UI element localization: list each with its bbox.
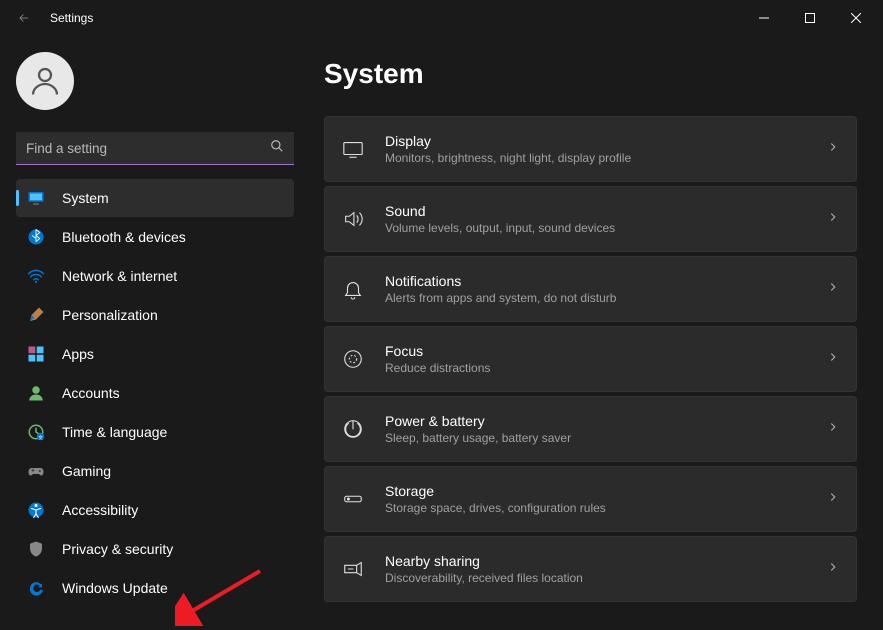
card-sound[interactable]: Sound Volume levels, output, input, soun… xyxy=(324,186,857,252)
card-notifications[interactable]: Notifications Alerts from apps and syste… xyxy=(324,256,857,322)
sound-icon xyxy=(341,207,365,231)
sidebar: System Bluetooth & devices Network & int… xyxy=(0,36,310,630)
sidebar-item-time[interactable]: 文 Time & language xyxy=(16,413,294,451)
nav-list: System Bluetooth & devices Network & int… xyxy=(16,179,294,607)
card-display[interactable]: Display Monitors, brightness, night ligh… xyxy=(324,116,857,182)
page-title: System xyxy=(324,58,857,90)
apps-icon xyxy=(26,344,46,364)
chevron-right-icon xyxy=(826,280,840,299)
card-title: Notifications xyxy=(385,273,826,289)
sidebar-item-apps[interactable]: Apps xyxy=(16,335,294,373)
search-box[interactable] xyxy=(16,132,294,165)
chevron-right-icon xyxy=(826,490,840,509)
svg-text:文: 文 xyxy=(38,434,43,441)
update-icon xyxy=(26,578,46,598)
sidebar-item-update[interactable]: Windows Update xyxy=(16,569,294,607)
minimize-button[interactable] xyxy=(741,0,787,36)
chevron-right-icon xyxy=(826,350,840,369)
sidebar-item-label: Apps xyxy=(62,346,94,362)
bluetooth-icon xyxy=(26,227,46,247)
sidebar-item-gaming[interactable]: Gaming xyxy=(16,452,294,490)
chevron-right-icon xyxy=(826,210,840,229)
notifications-icon xyxy=(341,277,365,301)
sidebar-item-label: Personalization xyxy=(62,307,158,323)
card-desc: Monitors, brightness, night light, displ… xyxy=(385,151,826,165)
avatar[interactable] xyxy=(16,52,74,110)
card-focus[interactable]: Focus Reduce distractions xyxy=(324,326,857,392)
power-icon xyxy=(341,417,365,441)
sidebar-item-label: Accessibility xyxy=(62,502,138,518)
display-icon xyxy=(341,137,365,161)
card-desc: Sleep, battery usage, battery saver xyxy=(385,431,826,445)
personalization-icon xyxy=(26,305,46,325)
card-desc: Alerts from apps and system, do not dist… xyxy=(385,291,826,305)
main-content: System Display Monitors, brightness, nig… xyxy=(310,36,883,630)
card-desc: Storage space, drives, configuration rul… xyxy=(385,501,826,515)
sidebar-item-network[interactable]: Network & internet xyxy=(16,257,294,295)
accessibility-icon xyxy=(26,500,46,520)
titlebar: Settings xyxy=(0,0,883,36)
back-button[interactable] xyxy=(4,0,44,36)
card-title: Sound xyxy=(385,203,826,219)
nearby-icon xyxy=(341,557,365,581)
card-title: Display xyxy=(385,133,826,149)
card-title: Power & battery xyxy=(385,413,826,429)
sidebar-item-bluetooth[interactable]: Bluetooth & devices xyxy=(16,218,294,256)
maximize-button[interactable] xyxy=(787,0,833,36)
network-icon xyxy=(26,266,46,286)
sidebar-item-privacy[interactable]: Privacy & security xyxy=(16,530,294,568)
sidebar-item-label: Time & language xyxy=(62,424,167,440)
sidebar-item-label: Accounts xyxy=(62,385,120,401)
sidebar-item-accessibility[interactable]: Accessibility xyxy=(16,491,294,529)
sidebar-item-personalization[interactable]: Personalization xyxy=(16,296,294,334)
card-title: Storage xyxy=(385,483,826,499)
close-button[interactable] xyxy=(833,0,879,36)
sidebar-item-system[interactable]: System xyxy=(16,179,294,217)
app-title: Settings xyxy=(50,11,93,25)
chevron-right-icon xyxy=(826,140,840,159)
chevron-right-icon xyxy=(826,420,840,439)
search-input[interactable] xyxy=(26,141,270,156)
sidebar-item-label: Privacy & security xyxy=(62,541,173,557)
card-desc: Discoverability, received files location xyxy=(385,571,826,585)
card-desc: Volume levels, output, input, sound devi… xyxy=(385,221,826,235)
sidebar-item-label: Network & internet xyxy=(62,268,177,284)
sidebar-item-label: Bluetooth & devices xyxy=(62,229,186,245)
focus-icon xyxy=(341,347,365,371)
card-storage[interactable]: Storage Storage space, drives, configura… xyxy=(324,466,857,532)
gaming-icon xyxy=(26,461,46,481)
card-title: Nearby sharing xyxy=(385,553,826,569)
storage-icon xyxy=(341,487,365,511)
settings-cards: Display Monitors, brightness, night ligh… xyxy=(324,116,857,602)
privacy-icon xyxy=(26,539,46,559)
sidebar-item-label: Gaming xyxy=(62,463,111,479)
card-desc: Reduce distractions xyxy=(385,361,826,375)
accounts-icon xyxy=(26,383,46,403)
search-icon xyxy=(270,139,284,158)
sidebar-item-label: System xyxy=(62,190,109,206)
system-icon xyxy=(26,188,46,208)
sidebar-item-accounts[interactable]: Accounts xyxy=(16,374,294,412)
card-nearby[interactable]: Nearby sharing Discoverability, received… xyxy=(324,536,857,602)
card-power[interactable]: Power & battery Sleep, battery usage, ba… xyxy=(324,396,857,462)
card-title: Focus xyxy=(385,343,826,359)
window-controls xyxy=(741,0,879,36)
time-icon: 文 xyxy=(26,422,46,442)
chevron-right-icon xyxy=(826,560,840,579)
sidebar-item-label: Windows Update xyxy=(62,580,168,596)
